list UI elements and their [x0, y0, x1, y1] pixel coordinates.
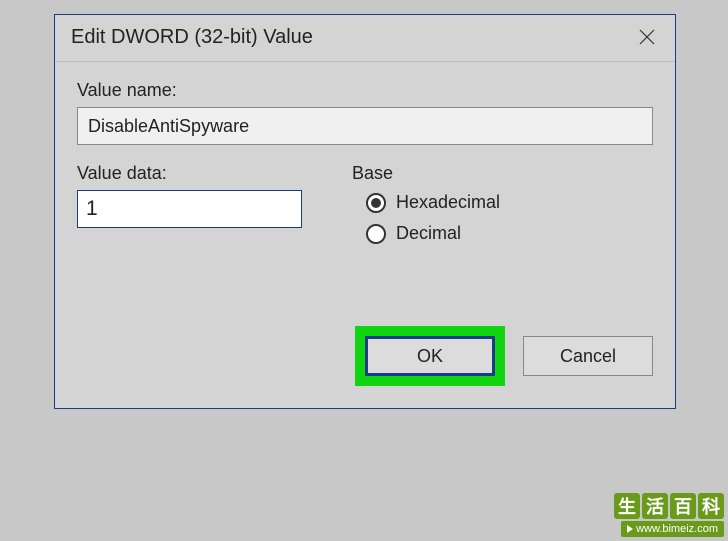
dialog-content: Value name: Value data: Base Hexadecimal… — [55, 62, 675, 254]
value-data-label: Value data: — [77, 163, 302, 184]
radio-hex-label: Hexadecimal — [396, 192, 500, 213]
ok-highlight: OK — [355, 326, 505, 386]
base-group-label: Base — [352, 163, 653, 184]
watermark-char: 生 — [614, 493, 640, 519]
watermark-url-text: www.bimeiz.com — [636, 523, 718, 535]
button-row: OK Cancel — [355, 326, 653, 386]
radio-dec-label: Decimal — [396, 223, 461, 244]
value-name-input[interactable] — [77, 107, 653, 145]
watermark-url: www.bimeiz.com — [621, 521, 724, 537]
watermark-logo: 生 活 百 科 — [614, 493, 724, 519]
edit-dword-dialog: Edit DWORD (32-bit) Value Value name: Va… — [54, 14, 676, 409]
base-column: Base Hexadecimal Decimal — [352, 163, 653, 254]
close-icon — [638, 28, 656, 46]
ok-button[interactable]: OK — [365, 336, 495, 376]
watermark-char: 百 — [670, 493, 696, 519]
value-data-input[interactable] — [77, 190, 302, 228]
watermark-char: 科 — [698, 493, 724, 519]
watermark: 生 活 百 科 www.bimeiz.com — [614, 493, 724, 537]
cancel-button[interactable]: Cancel — [523, 336, 653, 376]
titlebar: Edit DWORD (32-bit) Value — [55, 15, 675, 62]
radio-icon — [366, 193, 386, 213]
radio-hexadecimal[interactable]: Hexadecimal — [366, 192, 653, 213]
radio-decimal[interactable]: Decimal — [366, 223, 653, 244]
dialog-title: Edit DWORD (32-bit) Value — [71, 26, 313, 49]
watermark-char: 活 — [642, 493, 668, 519]
radio-icon — [366, 224, 386, 244]
value-name-label: Value name: — [77, 80, 653, 101]
value-data-column: Value data: — [77, 163, 302, 254]
close-button[interactable] — [633, 23, 661, 51]
arrow-icon — [627, 525, 633, 533]
